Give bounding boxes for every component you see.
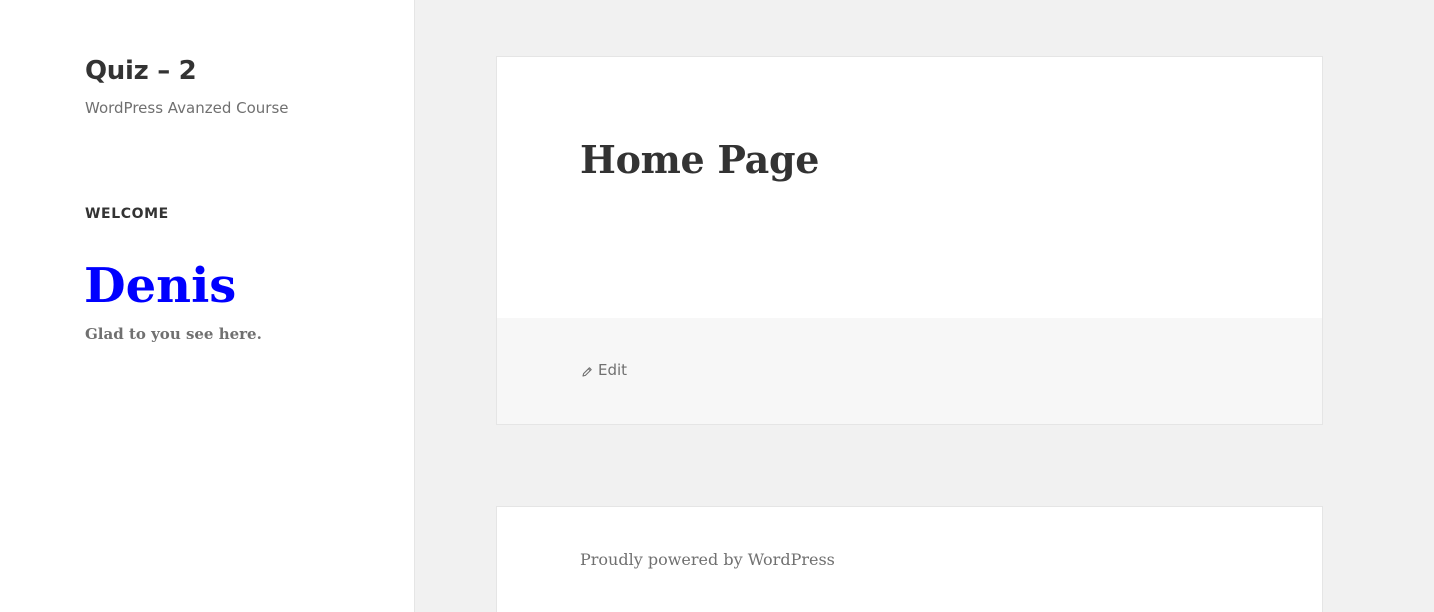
article-card: Home Page Edit — [496, 56, 1323, 425]
pencil-icon — [581, 364, 593, 377]
edit-link[interactable]: Edit — [581, 361, 627, 379]
sidebar: Quiz – 2 WordPress Avanzed Course WELCOM… — [0, 0, 415, 612]
welcome-name: Denis — [84, 258, 237, 314]
welcome-message: Glad to you see here. — [85, 325, 262, 343]
page-title: Home Page — [580, 137, 820, 182]
entry-footer: Edit — [497, 318, 1322, 424]
site-description: WordPress Avanzed Course — [85, 99, 289, 117]
edit-label: Edit — [598, 361, 628, 379]
powered-by-link[interactable]: Proudly powered by WordPress — [580, 550, 835, 569]
widget-title: WELCOME — [85, 206, 169, 222]
site-title[interactable]: Quiz – 2 — [85, 56, 197, 86]
site-footer: Proudly powered by WordPress — [496, 506, 1323, 612]
